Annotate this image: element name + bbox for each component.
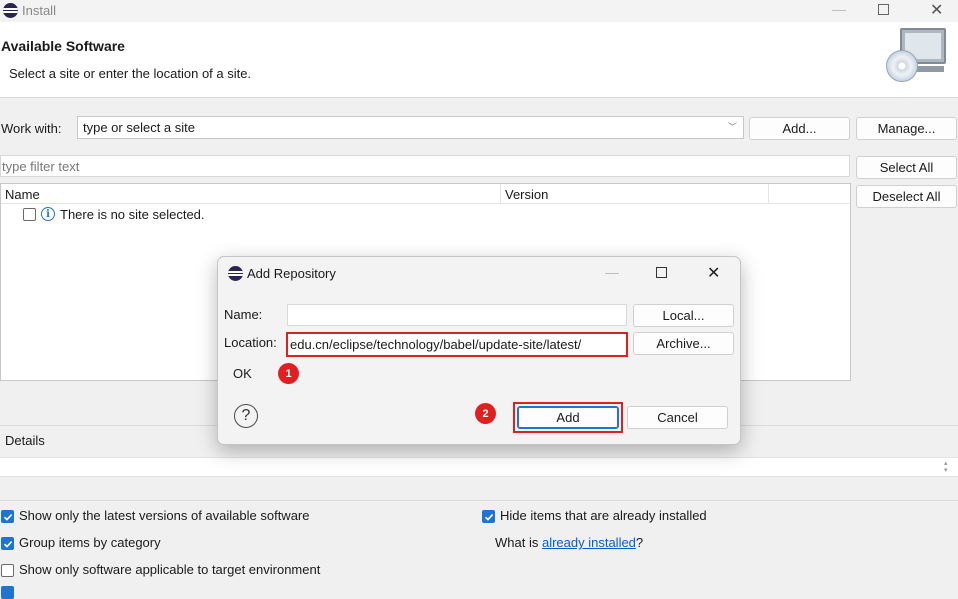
hide-installed-label: Hide items that are already installed [500, 508, 707, 523]
filter-placeholder: type filter text [2, 158, 80, 174]
dialog-title: Add Repository [247, 266, 336, 281]
chevron-down-icon[interactable]: ﹀ [728, 120, 737, 133]
filter-input[interactable]: type filter text [0, 155, 850, 177]
name-input[interactable] [287, 304, 627, 326]
already-installed-link[interactable]: already installed [542, 535, 636, 550]
local-button[interactable]: Local... [633, 304, 734, 327]
maximize-icon[interactable] [878, 4, 889, 15]
row-name: There is no site selected. [60, 207, 205, 222]
install-cd-icon [886, 28, 952, 92]
hide-installed-checkbox[interactable] [482, 510, 495, 523]
row-checkbox[interactable] [23, 208, 36, 221]
archive-button[interactable]: Archive... [633, 332, 734, 355]
details-label: Details [5, 433, 45, 448]
what-is-suffix: ? [635, 535, 644, 550]
eclipse-logo-icon [3, 3, 18, 18]
target-env-label: Show only software applicable to target … [19, 562, 321, 577]
location-input[interactable]: edu.cn/eclipse/technology/babel/update-s… [286, 332, 628, 357]
column-version[interactable]: Version [505, 187, 548, 202]
status-text: OK [233, 366, 252, 381]
header-banner: Available Software Select a site or ente… [0, 22, 958, 98]
annotation-marker-2: 2 [475, 403, 496, 424]
window-title: Install [22, 3, 56, 18]
table-header: Name Version [1, 184, 850, 204]
page-title: Available Software [1, 38, 125, 54]
work-with-label: Work with: [1, 121, 62, 136]
dialog-add-button[interactable]: Add [517, 406, 619, 429]
dialog-title-bar: Add Repository — ✕ [218, 257, 740, 289]
work-with-combo[interactable]: type or select a site ﹀ [77, 116, 744, 139]
location-value: edu.cn/eclipse/technology/babel/update-s… [290, 337, 582, 352]
latest-versions-checkbox[interactable] [1, 510, 14, 523]
location-label: Location: [224, 335, 277, 350]
dialog-minimize-icon[interactable]: — [605, 264, 619, 280]
manage-button[interactable]: Manage... [856, 117, 957, 140]
name-label: Name: [224, 307, 263, 322]
table-row[interactable]: i There is no site selected. [1, 205, 850, 225]
group-by-category-label: Group items by category [19, 535, 161, 550]
annotation-marker-1: 1 [278, 363, 299, 384]
title-bar: Install — ✕ [0, 0, 958, 22]
options-separator [0, 500, 958, 501]
dialog-close-icon[interactable]: ✕ [707, 263, 720, 283]
group-by-category-checkbox[interactable] [1, 537, 14, 550]
add-site-button[interactable]: Add... [749, 117, 850, 140]
column-name[interactable]: Name [5, 187, 40, 202]
scroll-arrows-icon[interactable]: ▴ ▾ [944, 460, 948, 474]
target-env-checkbox[interactable] [1, 564, 14, 577]
select-all-button[interactable]: Select All [856, 156, 957, 179]
info-icon: i [41, 207, 55, 221]
partial-next-checkbox[interactable] [1, 586, 14, 599]
deselect-all-button[interactable]: Deselect All [856, 185, 957, 208]
page-subtitle: Select a site or enter the location of a… [9, 66, 252, 81]
close-icon[interactable]: ✕ [930, 0, 943, 20]
dialog-eclipse-icon [228, 266, 243, 281]
details-text-area[interactable]: ▴ ▾ [0, 457, 958, 477]
dialog-maximize-icon[interactable] [656, 267, 667, 278]
what-is-installed: What is already installed? [495, 535, 643, 550]
help-icon[interactable]: ? [234, 404, 258, 428]
work-with-text: type or select a site [83, 120, 195, 135]
add-repository-dialog: Add Repository — ✕ Name: Local... Locati… [217, 256, 741, 445]
minimize-icon[interactable]: — [832, 1, 846, 17]
what-is-prefix: What is [495, 535, 542, 550]
latest-versions-label: Show only the latest versions of availab… [19, 508, 310, 523]
dialog-cancel-button[interactable]: Cancel [627, 406, 728, 429]
